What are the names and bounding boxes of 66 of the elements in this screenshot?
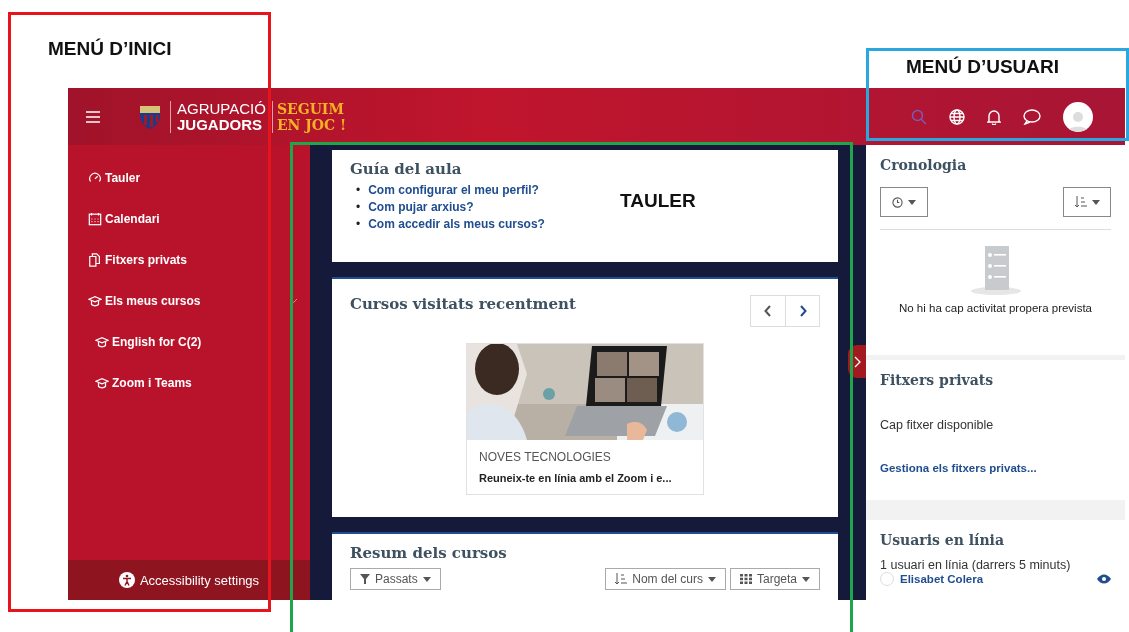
- block-title: Fitxers privats: [880, 372, 995, 388]
- clock-icon: [892, 196, 903, 208]
- brand-name: AGRUPACIÓ: [177, 100, 266, 117]
- online-summary: 1 usuari en línia (darrers 5 minuts): [880, 558, 1072, 572]
- help-link[interactable]: Com accedir als meus cursos?: [368, 216, 545, 233]
- annotation-label: MENÚ D’INICI: [48, 38, 172, 60]
- view-dropdown[interactable]: Targeta: [729, 568, 820, 590]
- files-icon: [88, 252, 102, 267]
- block-title: Usuaris en línia: [880, 532, 1005, 548]
- card-title: Resum dels cursos: [350, 544, 508, 562]
- sidebar-item[interactable]: Tauler: [88, 157, 141, 198]
- caret-icon: [707, 576, 716, 582]
- block-title: Cronologia: [880, 157, 968, 173]
- graduation-cap-icon: [95, 375, 109, 390]
- sidebar-item[interactable]: Zoom i Teams: [95, 362, 310, 403]
- globe-icon[interactable]: [949, 108, 965, 125]
- crest-logo: [138, 103, 162, 130]
- card-title: Cursos visitats recentment: [350, 295, 576, 313]
- sort-icon: [615, 573, 628, 585]
- course-category: NOVES TECNOLOGIES: [479, 450, 612, 464]
- caret-icon: [1091, 199, 1100, 205]
- annotation-label: TAULER: [620, 190, 696, 212]
- sort-icon: [1074, 196, 1087, 208]
- bullet: •: [356, 216, 361, 233]
- chevron-left-icon: [764, 305, 772, 317]
- accessibility-settings-link[interactable]: Accessibility settings: [68, 560, 310, 600]
- bullet: •: [356, 182, 361, 199]
- brand-name: JUGADORS: [177, 116, 263, 133]
- bullet: •: [356, 199, 361, 216]
- help-link[interactable]: Com configurar el meu perfil?: [368, 182, 539, 199]
- caret-icon: [422, 576, 431, 582]
- chat-bubble-icon[interactable]: [1023, 108, 1041, 125]
- chevron-right-icon: [798, 305, 807, 317]
- course-name[interactable]: Reuneix-te en línia amb el Zoom i e...: [479, 472, 691, 484]
- sort-dropdown[interactable]: [1063, 187, 1111, 217]
- sort-dropdown[interactable]: Nom del curs: [605, 568, 726, 590]
- slogan: SEGUIM: [276, 100, 345, 117]
- manage-files-link[interactable]: Gestiona els fitxers privats...: [880, 462, 1111, 474]
- empty-message: Cap fitxer disponible: [880, 418, 995, 432]
- gauge-icon: [88, 170, 102, 185]
- calendar-icon: [88, 211, 102, 226]
- sidebar-item[interactable]: Els meus cursos: [88, 280, 201, 321]
- card-title: Guía del aula: [350, 160, 463, 178]
- chevron-right-icon: [853, 355, 861, 368]
- grid-icon: [739, 574, 752, 584]
- course-card[interactable]: NOVES TECNOLOGIES Reuneix-te en línia amb el Zoom i e...: [466, 343, 704, 495]
- help-link[interactable]: Com pujar arxius?: [368, 199, 474, 216]
- empty-message: No hi ha cap activitat propera prevista: [898, 302, 1092, 314]
- caret-icon: [908, 199, 916, 205]
- caret-icon: [802, 576, 810, 582]
- sidebar-item[interactable]: Fitxers privats: [88, 239, 188, 280]
- accessibility-icon: [118, 572, 135, 588]
- user-avatar[interactable]: [1063, 101, 1093, 132]
- sidebar-item[interactable]: English for C(2): [95, 321, 310, 362]
- slogan: EN JOC !: [276, 116, 347, 133]
- graduation-cap-icon: [95, 334, 109, 349]
- sidebar-item[interactable]: Calendari: [88, 198, 160, 239]
- filter-dropdown[interactable]: Passats: [350, 568, 441, 590]
- time-filter-dropdown[interactable]: [880, 187, 928, 217]
- bell-icon[interactable]: [987, 108, 1001, 125]
- menu-icon[interactable]: [86, 110, 100, 123]
- annotation-label: MENÚ D’USUARI: [906, 56, 1060, 78]
- user-link[interactable]: Elisabet Colera: [900, 573, 984, 585]
- eye-icon[interactable]: [1097, 574, 1111, 584]
- graduation-cap-icon: [88, 293, 102, 308]
- funnel-icon: [360, 574, 370, 584]
